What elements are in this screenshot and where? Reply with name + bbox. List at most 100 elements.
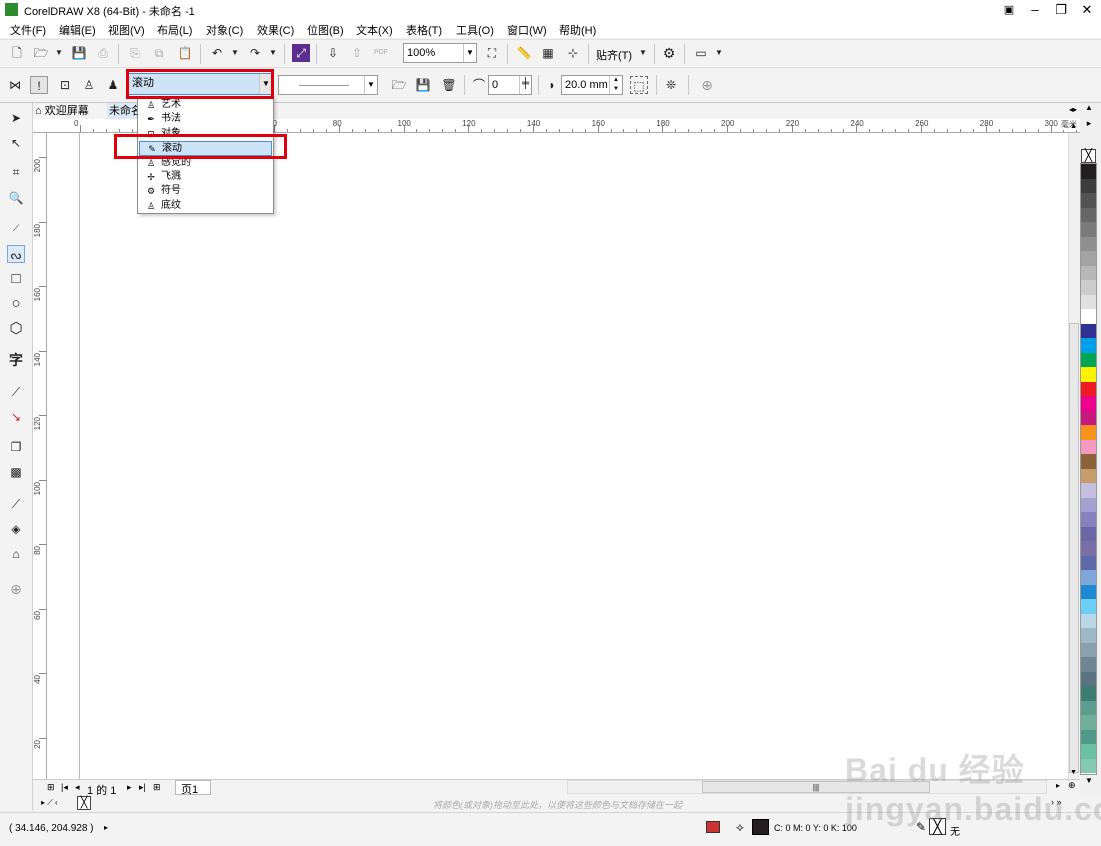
color-swatch[interactable] xyxy=(1081,396,1096,411)
dropdown-item[interactable]: ✒ 书法 xyxy=(139,112,272,127)
tab-welcome-screen[interactable]: ⌂ 欢迎屏幕 xyxy=(33,103,105,119)
close-button[interactable]: ✕ xyxy=(1074,1,1100,19)
add-page-before-icon[interactable]: ⊞ xyxy=(47,782,55,793)
first-page-icon[interactable]: |◂ xyxy=(61,782,68,793)
color-swatch[interactable] xyxy=(1081,251,1096,266)
dropdown-item[interactable]: ✢ 飞溅 xyxy=(139,170,272,185)
color-swatch[interactable] xyxy=(1081,323,1096,338)
zoom-tool-icon[interactable]: 🔍 xyxy=(7,189,25,207)
brush-icon[interactable]: ǃ xyxy=(30,76,48,94)
menu-file[interactable]: 文件(F) xyxy=(10,22,46,38)
dimension-tool-icon[interactable]: ⟋ xyxy=(7,383,25,401)
vertical-scroll-thumb[interactable] xyxy=(1069,323,1079,773)
search-content-icon[interactable]: ⤢ xyxy=(292,44,310,62)
color-swatch[interactable] xyxy=(1081,265,1096,280)
color-swatch[interactable] xyxy=(1081,454,1096,469)
dropdown-item[interactable]: ♙ 底纹 xyxy=(139,199,272,214)
artistic-mode-combo[interactable]: 滚动 ▼ xyxy=(128,73,273,95)
crop-tool-icon[interactable]: ⌗ xyxy=(7,163,25,181)
color-swatch[interactable] xyxy=(1081,555,1096,570)
save-icon[interactable]: 💾 xyxy=(70,44,88,62)
menu-layout[interactable]: 布局(L) xyxy=(157,22,192,38)
polygon-tool-icon[interactable]: ⬡ xyxy=(7,320,25,338)
redo-icon[interactable]: ↷ xyxy=(246,44,264,62)
color-swatch[interactable] xyxy=(1081,729,1096,744)
color-swatch[interactable] xyxy=(1081,715,1096,730)
color-swatch[interactable] xyxy=(1081,222,1096,237)
color-swatch[interactable] xyxy=(1081,410,1096,425)
spin-arrows-icon[interactable]: ▲ ▼ xyxy=(609,76,622,94)
smoothing-icon[interactable]: ⌒ xyxy=(470,76,488,94)
color-swatch[interactable] xyxy=(1081,381,1096,396)
palette-options-icon[interactable]: ▸ xyxy=(1081,118,1097,132)
drop-shadow-tool-icon[interactable]: ❐ xyxy=(7,438,25,456)
smoothing-field[interactable]: 0 ╪ xyxy=(488,75,532,95)
freehand-tool-icon[interactable]: ⟋ xyxy=(7,219,25,237)
menu-table[interactable]: 表格(T) xyxy=(406,22,442,38)
color-swatch[interactable] xyxy=(1081,512,1096,527)
color-swatch[interactable] xyxy=(1081,613,1096,628)
show-rulers-icon[interactable]: 📏 xyxy=(515,44,533,62)
undo-icon[interactable]: ↶ xyxy=(208,44,226,62)
scroll-up-icon[interactable]: ▲ xyxy=(1070,123,1077,130)
calligraphic-icon[interactable]: ♙ xyxy=(80,76,98,94)
drawing-canvas[interactable] xyxy=(47,133,1040,779)
chevron-down-icon[interactable]: ▼ xyxy=(463,44,476,62)
app-menu-icon[interactable]: ▣ xyxy=(996,1,1022,19)
rectangle-tool-icon[interactable]: □ xyxy=(7,270,25,288)
color-swatch[interactable] xyxy=(1081,352,1096,367)
menu-object[interactable]: 对象(C) xyxy=(206,22,243,38)
browse-folder-icon[interactable]: 🗁 xyxy=(390,76,408,94)
color-swatch[interactable] xyxy=(1081,236,1096,251)
new-document-icon[interactable]: 🗋 xyxy=(8,44,26,62)
color-swatch[interactable] xyxy=(1081,483,1096,498)
color-swatch[interactable] xyxy=(1081,671,1096,686)
smoothing-slider-icon[interactable]: ╪ xyxy=(519,76,531,94)
last-page-icon[interactable]: ▸| xyxy=(139,782,146,793)
no-color-swatch[interactable]: ╳ xyxy=(1081,149,1096,163)
text-tool-icon[interactable]: 字 xyxy=(7,351,25,369)
snap-dropdown-icon[interactable]: ▼ xyxy=(634,44,652,62)
chevron-down-icon[interactable]: ▼ xyxy=(259,74,272,94)
color-swatch[interactable] xyxy=(1081,468,1096,483)
publish-pdf-icon[interactable]: PDF xyxy=(372,44,390,62)
restore-button[interactable]: ❐ xyxy=(1048,1,1074,19)
menu-tools[interactable]: 工具(O) xyxy=(456,22,494,38)
pick-tool-icon[interactable]: ➤ xyxy=(7,109,25,127)
menu-help[interactable]: 帮助(H) xyxy=(559,22,596,38)
doc-palette-menu-icon[interactable]: ▸ ⟋ ‹ xyxy=(41,798,58,808)
shape-tool-icon[interactable]: ↖ xyxy=(7,134,25,152)
status-options-icon[interactable]: ▸ xyxy=(104,823,108,832)
dropdown-item[interactable]: ⚙ 符号 xyxy=(139,184,272,199)
color-swatch[interactable] xyxy=(1081,541,1096,556)
undo-dropdown-icon[interactable]: ▼ xyxy=(226,44,244,62)
dropdown-item[interactable]: ♙ 感觉的 xyxy=(139,156,272,171)
previous-page-icon[interactable]: ◂ xyxy=(75,782,80,793)
sprayer-icon[interactable]: ⊡ xyxy=(56,76,74,94)
doc-palette-no-color[interactable]: ╳ xyxy=(77,796,91,810)
print-icon[interactable]: ⎙ xyxy=(94,44,112,62)
color-swatch[interactable] xyxy=(1081,193,1096,208)
dropdown-item[interactable]: ♙ 艺术 xyxy=(139,98,272,113)
color-swatch[interactable] xyxy=(1081,164,1096,179)
color-swatch[interactable] xyxy=(1081,526,1096,541)
application-launcher-icon[interactable]: ▭ xyxy=(692,44,710,62)
menu-window[interactable]: 窗口(W) xyxy=(507,22,547,38)
color-swatch[interactable] xyxy=(1081,207,1096,222)
save-stroke-icon[interactable]: 💾 xyxy=(414,76,432,94)
color-swatch[interactable] xyxy=(1081,628,1096,643)
fill-color-swatch[interactable] xyxy=(752,819,769,835)
vertical-ruler[interactable]: 200 180 160 140 120 100 80 60 40 20 xyxy=(33,133,47,779)
color-swatch[interactable] xyxy=(1081,584,1096,599)
color-swatch[interactable] xyxy=(1081,425,1096,440)
add-page-after-icon[interactable]: ⊞ xyxy=(153,782,161,793)
add-tool-icon[interactable]: ⊕ xyxy=(7,580,25,598)
bounding-box-icon[interactable]: ⬚ xyxy=(630,76,648,94)
import-icon[interactable]: ⇩ xyxy=(324,44,342,62)
color-swatch[interactable] xyxy=(1081,280,1096,295)
zoom-level-combo[interactable]: 100% ▼ xyxy=(403,43,477,63)
cut-icon[interactable]: ⎘ xyxy=(126,44,144,62)
color-swatch[interactable] xyxy=(1081,338,1096,353)
color-swatch[interactable] xyxy=(1081,599,1096,614)
smart-fill-tool-icon[interactable]: ⌂ xyxy=(7,545,25,563)
